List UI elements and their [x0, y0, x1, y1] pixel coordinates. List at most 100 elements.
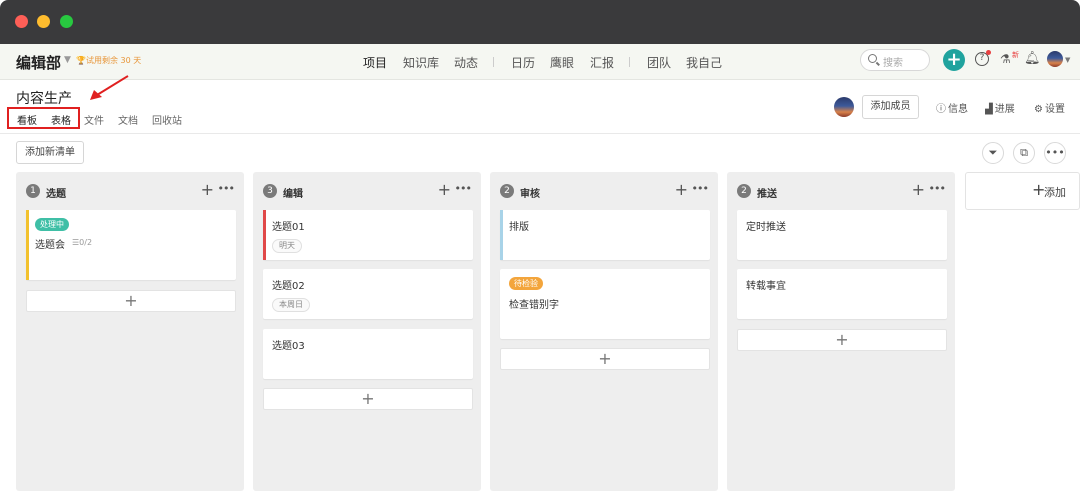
column-header: 3 编辑 + •••: [263, 180, 472, 200]
nav-knowledge-base[interactable]: 知识库: [403, 54, 439, 71]
minimize-window-button[interactable]: [37, 15, 50, 28]
copy-icon[interactable]: ⧉: [1013, 142, 1035, 164]
task-card[interactable]: 待检验 检查错别字: [500, 269, 710, 339]
search-input[interactable]: 搜索: [860, 49, 930, 71]
org-name[interactable]: 编辑部: [16, 52, 61, 73]
card-title: 选题03: [272, 341, 305, 352]
priority-bar: [263, 210, 266, 260]
board-column: 1 选题 + ••• 处理中 选题会 ☰0/2 +: [16, 172, 244, 491]
board-column: 2 审核 + ••• 排版 待检验 检查错别字 +: [490, 172, 718, 491]
column-header: 2 推送 + •••: [737, 180, 946, 200]
column-header: 1 选题 + •••: [26, 180, 235, 200]
add-card-button[interactable]: +: [500, 348, 710, 370]
add-column-button[interactable]: + 添加: [965, 172, 1080, 210]
add-card-icon[interactable]: +: [438, 180, 451, 199]
member-avatar[interactable]: [834, 97, 854, 117]
trial-badge[interactable]: 🏆试用剩余 30 天: [76, 55, 141, 66]
card-title: 选题02: [272, 281, 305, 292]
add-card-button[interactable]: +: [26, 290, 236, 312]
more-icon[interactable]: •••: [455, 182, 472, 195]
status-badge: 处理中: [35, 218, 69, 231]
notification-dot: [986, 50, 991, 55]
more-icon[interactable]: •••: [692, 182, 709, 195]
task-card[interactable]: 选题03: [263, 329, 473, 379]
flask-icon[interactable]: ⚗: [1000, 52, 1011, 66]
progress-link[interactable]: ▟ 进展: [985, 100, 1015, 115]
add-column-label: 添加: [1044, 186, 1066, 199]
board-column: 3 编辑 + ••• 选题01 明天 选题02 本周日 选题03 +: [253, 172, 481, 491]
card-title: 选题会: [35, 240, 65, 251]
add-card-icon[interactable]: +: [912, 180, 925, 199]
info-label: 信息: [948, 104, 968, 115]
column-count: 3: [263, 184, 277, 198]
task-card[interactable]: 选题01 明天: [263, 210, 473, 260]
trial-text: 试用剩余 30 天: [85, 56, 142, 65]
annotation-arrow-icon: [90, 75, 129, 100]
search-icon: [868, 54, 877, 63]
info-icon: ⓘ: [936, 104, 946, 115]
tab-docs[interactable]: 文档: [118, 112, 138, 127]
nav-hawkeye[interactable]: 鹰眼: [550, 54, 574, 71]
add-list-button[interactable]: 添加新清单: [16, 141, 84, 164]
add-card-button[interactable]: +: [263, 388, 473, 410]
column-header: 2 审核 + •••: [500, 180, 709, 200]
task-card[interactable]: 定时推送: [737, 210, 947, 260]
chevron-down-icon[interactable]: ▼: [64, 55, 71, 65]
trophy-icon: 🏆: [76, 56, 86, 65]
more-icon[interactable]: •••: [1044, 142, 1066, 164]
gear-icon: ⚙: [1034, 104, 1043, 115]
column-title[interactable]: 审核: [520, 185, 540, 200]
column-title[interactable]: 编辑: [283, 185, 303, 200]
nav-team[interactable]: 团队: [647, 54, 671, 71]
top-navbar: 编辑部 ▼ 🏆试用剩余 30 天 项目 知识库 动态 日历 鹰眼 汇报 团队 我…: [0, 44, 1080, 80]
maximize-window-button[interactable]: [60, 15, 73, 28]
info-link[interactable]: ⓘ 信息: [936, 100, 968, 115]
new-badge: 新: [1012, 51, 1019, 59]
filter-icon[interactable]: ⏷: [982, 142, 1004, 164]
add-card-button[interactable]: +: [737, 329, 947, 351]
add-member-button[interactable]: 添加成员: [862, 95, 919, 119]
card-title: 转载事宜: [746, 281, 786, 292]
task-card[interactable]: 转载事宜: [737, 269, 947, 319]
card-title: 定时推送: [746, 222, 786, 233]
card-title: 选题01: [272, 222, 305, 233]
create-button[interactable]: +: [943, 49, 965, 71]
column-count: 2: [737, 184, 751, 198]
task-card[interactable]: 排版: [500, 210, 710, 260]
add-card-icon[interactable]: +: [675, 180, 688, 199]
tab-trash[interactable]: 回收站: [152, 112, 182, 127]
due-date-chip: 本周日: [272, 298, 310, 312]
bell-icon[interactable]: 🔔︎: [1024, 51, 1041, 66]
card-title: 排版: [509, 222, 529, 233]
subtask-value: 0/2: [79, 238, 93, 247]
board-column: 2 推送 + ••• 定时推送 转载事宜 +: [727, 172, 955, 491]
column-count: 1: [26, 184, 40, 198]
tab-files[interactable]: 文件: [84, 112, 104, 127]
task-card[interactable]: 处理中 选题会 ☰0/2: [26, 210, 236, 280]
user-avatar[interactable]: [1047, 51, 1063, 67]
chevron-down-icon[interactable]: ▼: [1065, 56, 1070, 64]
nav-calendar[interactable]: 日历: [511, 54, 535, 71]
due-date-chip: 明天: [272, 239, 302, 253]
column-count: 2: [500, 184, 514, 198]
nav-reports[interactable]: 汇报: [590, 54, 614, 71]
annotation-highlight-box: [7, 107, 80, 129]
close-window-button[interactable]: [15, 15, 28, 28]
task-card[interactable]: 选题02 本周日: [263, 269, 473, 319]
search-placeholder: 搜索: [883, 58, 903, 69]
settings-link[interactable]: ⚙ 设置: [1034, 100, 1065, 115]
card-title: 检查错别字: [509, 300, 559, 311]
column-title[interactable]: 推送: [757, 185, 777, 200]
progress-label: 进展: [994, 104, 1015, 115]
column-title[interactable]: 选题: [46, 185, 66, 200]
add-card-icon[interactable]: +: [201, 180, 214, 199]
nav-myself[interactable]: 我自己: [686, 54, 722, 71]
nav-projects[interactable]: 项目: [363, 54, 387, 71]
more-icon[interactable]: •••: [218, 182, 235, 195]
subtask-count: ☰0/2: [72, 238, 92, 247]
priority-bar: [500, 210, 503, 260]
more-icon[interactable]: •••: [929, 182, 946, 195]
chart-icon: ▟: [985, 104, 993, 115]
nav-activity[interactable]: 动态: [454, 54, 478, 71]
priority-bar: [26, 210, 29, 280]
